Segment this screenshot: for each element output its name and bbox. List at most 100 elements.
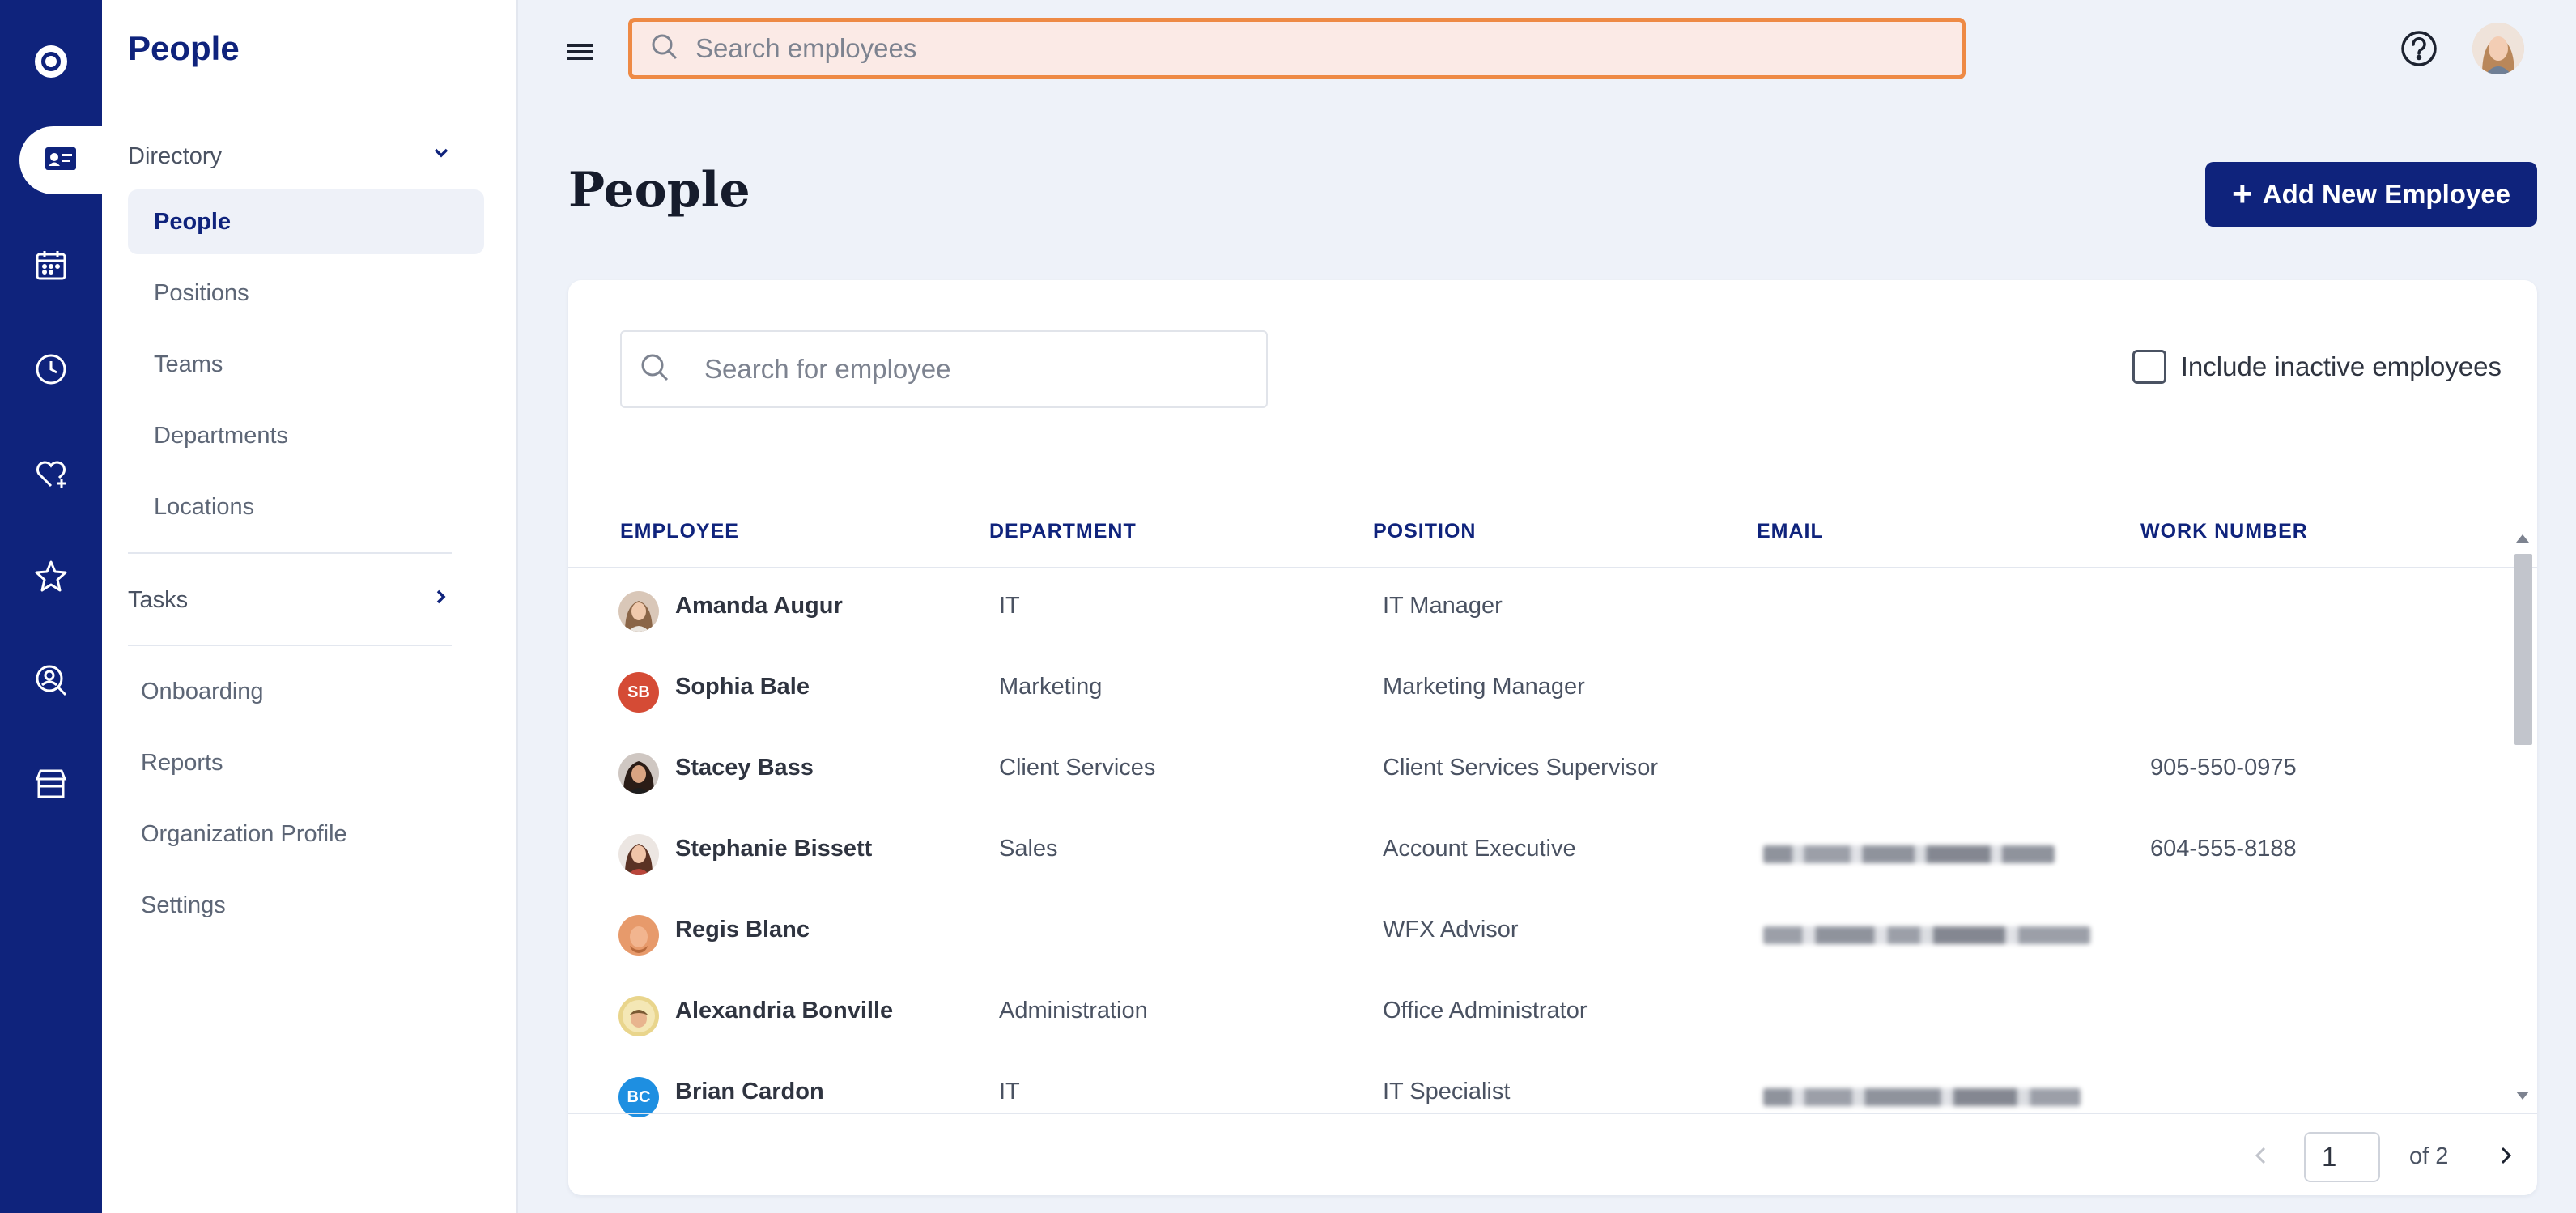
plus-icon: +: [2232, 174, 2253, 214]
redacted-email: [1763, 1088, 2081, 1106]
employee-position: IT Manager: [1383, 593, 1503, 619]
employee-avatar: [618, 915, 659, 956]
employee-name[interactable]: Stephanie Bissett: [675, 836, 872, 862]
employee-name[interactable]: Amanda Augur: [675, 593, 843, 619]
calendar-nav-button[interactable]: [0, 228, 102, 306]
add-new-employee-label: Add New Employee: [2262, 179, 2510, 209]
search-icon: [648, 31, 681, 67]
tasks-group-toggle[interactable]: Tasks: [128, 586, 452, 614]
table-row[interactable]: Regis Blanc WFX Advisor: [568, 894, 2511, 975]
scroll-down-arrow-icon[interactable]: [2516, 1092, 2529, 1100]
redacted-email: [1763, 926, 2090, 944]
scroll-up-arrow-icon[interactable]: [2516, 534, 2529, 543]
employee-department: IT: [999, 593, 1020, 619]
page-title: People: [568, 162, 750, 219]
global-search-input[interactable]: [695, 33, 1910, 64]
chevron-right-icon: [2492, 1147, 2519, 1173]
sidebar-item-teams[interactable]: Teams: [128, 332, 484, 397]
employee-directory-card: Include inactive employees EMPLOYEE DEPA…: [568, 280, 2537, 1195]
star-icon: [32, 558, 70, 599]
employee-search-field[interactable]: [620, 330, 1268, 408]
column-header-employee[interactable]: EMPLOYEE: [620, 520, 739, 543]
sidebar-item-locations[interactable]: Locations: [128, 475, 484, 539]
table-row[interactable]: Stephanie Bissett Sales Account Executiv…: [568, 813, 2511, 894]
sidebar-item-reports[interactable]: Reports: [115, 730, 471, 795]
directory-group-label: Directory: [128, 143, 223, 169]
add-new-employee-button[interactable]: + Add New Employee: [2205, 162, 2537, 227]
time-nav-button[interactable]: [0, 332, 102, 410]
recognition-nav-button[interactable]: [0, 539, 102, 617]
chevron-right-icon: [431, 586, 452, 614]
column-header-department[interactable]: DEPARTMENT: [989, 520, 1137, 543]
hamburger-icon: [559, 44, 601, 71]
employee-work-number: 604-555-8188: [2150, 836, 2297, 862]
employee-department: Sales: [999, 836, 1058, 862]
wellness-nav-button[interactable]: [0, 436, 102, 513]
employee-avatar-initials: BC: [618, 1077, 659, 1117]
include-inactive-checkbox[interactable]: [2132, 350, 2166, 384]
employee-position: IT Specialist: [1383, 1079, 1511, 1104]
tasks-group-label: Tasks: [128, 586, 189, 613]
directory-group-toggle[interactable]: Directory: [128, 143, 452, 170]
table-row[interactable]: Stacey Bass Client Services Client Servi…: [568, 732, 2511, 813]
page-number-input[interactable]: [2304, 1132, 2380, 1182]
employee-work-number: 905-550-0975: [2150, 755, 2297, 781]
column-header-position[interactable]: POSITION: [1373, 520, 1476, 543]
employee-department: Administration: [999, 998, 1148, 1024]
section-sidebar: People Directory People Positions Teams …: [102, 0, 518, 1213]
employee-avatar: [618, 591, 659, 632]
icon-rail: [0, 0, 102, 1213]
employee-department: Client Services: [999, 755, 1156, 781]
sidebar-item-organization-profile[interactable]: Organization Profile: [115, 802, 471, 866]
employee-name[interactable]: Regis Blanc: [675, 917, 810, 943]
store-nav-button[interactable]: [0, 747, 102, 824]
menu-toggle-button[interactable]: [559, 34, 601, 68]
id-card-icon: [42, 140, 79, 181]
scrollbar-thumb[interactable]: [2514, 554, 2532, 745]
previous-page-button[interactable]: [2247, 1142, 2275, 1169]
sidebar-item-onboarding[interactable]: Onboarding: [115, 659, 471, 724]
sidebar-title: People: [128, 29, 240, 67]
help-button[interactable]: [2398, 28, 2440, 70]
user-avatar[interactable]: [2472, 23, 2524, 74]
person-search-icon: [32, 662, 70, 703]
column-header-work-number[interactable]: WORK NUMBER: [2140, 520, 2308, 543]
redacted-email: [1763, 845, 2055, 863]
sidebar-item-departments[interactable]: Departments: [128, 403, 484, 468]
employee-name[interactable]: Alexandria Bonville: [675, 998, 893, 1024]
table-row[interactable]: Alexandria Bonville Administration Offic…: [568, 975, 2511, 1056]
pagination-bar: of 2: [568, 1113, 2537, 1195]
recruiting-nav-button[interactable]: [0, 643, 102, 721]
global-search-field[interactable]: [628, 18, 1966, 79]
sidebar-item-people[interactable]: People: [128, 189, 484, 254]
employee-department: IT: [999, 1079, 1020, 1104]
employee-avatar: [618, 996, 659, 1036]
table-body: Amanda Augur IT IT Manager SB Sophia Bal…: [568, 570, 2537, 1150]
table-row[interactable]: Amanda Augur IT IT Manager: [568, 570, 2511, 651]
app-logo-icon[interactable]: [0, 23, 102, 100]
employee-position: Marketing Manager: [1383, 674, 1585, 700]
table-row[interactable]: SB Sophia Bale Marketing Marketing Manag…: [568, 651, 2511, 732]
column-header-email[interactable]: EMAIL: [1757, 520, 1824, 543]
sidebar-divider: [128, 552, 452, 554]
help-icon: [2398, 31, 2440, 73]
employee-name[interactable]: Brian Cardon: [675, 1079, 824, 1105]
employee-name[interactable]: Sophia Bale: [675, 674, 810, 700]
employee-position: WFX Advisor: [1383, 917, 1519, 943]
people-nav-button[interactable]: [19, 126, 102, 194]
chevron-down-icon: [431, 143, 452, 170]
employee-search-input[interactable]: [704, 354, 1255, 385]
table-scrollbar[interactable]: [2511, 525, 2534, 1106]
chevron-left-icon: [2247, 1147, 2275, 1173]
sidebar-item-positions[interactable]: Positions: [128, 261, 484, 326]
next-page-button[interactable]: [2492, 1142, 2519, 1169]
employee-name[interactable]: Stacey Bass: [675, 755, 814, 781]
page-count-label: of 2: [2409, 1143, 2449, 1169]
employee-avatar: [618, 834, 659, 875]
sidebar-item-settings[interactable]: Settings: [115, 873, 471, 938]
employee-avatar: [618, 753, 659, 794]
include-inactive-label: Include inactive employees: [2180, 351, 2502, 381]
include-inactive-toggle[interactable]: Include inactive employees: [2132, 350, 2502, 384]
employee-avatar-initials: SB: [618, 672, 659, 713]
search-icon: [638, 351, 672, 389]
